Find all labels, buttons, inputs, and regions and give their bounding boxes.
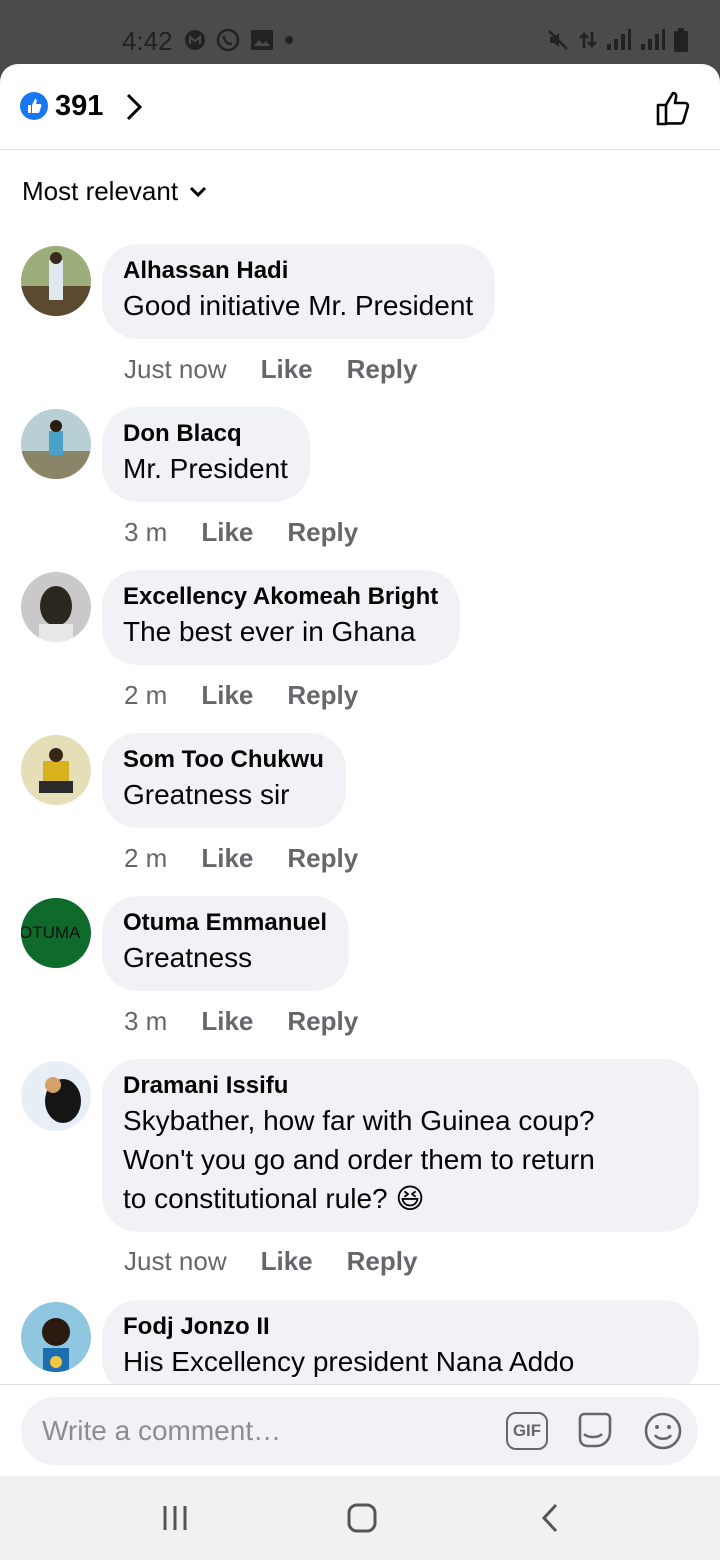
reply-link[interactable]: Reply — [287, 1006, 358, 1037]
system-navigation-bar — [0, 1476, 720, 1560]
data-transfer-icon — [579, 32, 597, 48]
chevron-down-icon — [190, 186, 207, 197]
comment-time: Just now — [124, 1246, 227, 1276]
comment-actions: 2 m Like Reply — [124, 680, 358, 711]
comment-text: Greatness sir — [123, 779, 290, 810]
comment-bubble[interactable]: Som Too Chukwu Greatness sir — [102, 733, 346, 828]
status-time: 4:42 — [122, 26, 173, 56]
comment-bubble[interactable]: Alhassan Hadi Good initiative Mr. Presid… — [102, 244, 496, 339]
avatar[interactable] — [21, 246, 91, 316]
comment-bubble[interactable]: Fodj Jonzo II His Excellency president N… — [102, 1300, 699, 1384]
avatar-text: OTUMA — [21, 923, 81, 942]
avatar[interactable] — [21, 735, 91, 805]
comment-bubble[interactable]: Excellency Akomeah Bright The best ever … — [102, 570, 461, 665]
avatar[interactable] — [21, 1302, 91, 1372]
like-link[interactable]: Like — [261, 354, 313, 385]
like-count[interactable]: 391 — [55, 90, 103, 123]
signal-icon — [607, 29, 631, 50]
chevron-right-icon[interactable] — [124, 92, 144, 122]
comment-text-line: Skybather, how far with Guinea coup? — [123, 1105, 595, 1136]
avatar[interactable] — [21, 572, 91, 642]
comment-text: Mr. President — [123, 453, 288, 484]
sticker-icon[interactable] — [574, 1410, 616, 1452]
comment-time: 2 m — [124, 843, 168, 873]
reply-link[interactable]: Reply — [287, 680, 358, 711]
gif-button[interactable]: GIF — [506, 1412, 548, 1450]
home-icon[interactable] — [346, 1500, 378, 1536]
recent-apps-icon[interactable] — [160, 1500, 190, 1536]
comment-text: The best ever in Ghana — [123, 616, 416, 647]
back-icon[interactable] — [538, 1500, 562, 1536]
comment-time: 2 m — [124, 680, 168, 710]
mute-icon — [548, 30, 568, 50]
commenter-name[interactable]: Fodj Jonzo II — [123, 1312, 677, 1342]
comment-bubble[interactable]: Don Blacq Mr. President — [102, 407, 310, 502]
signal-icon-2 — [641, 29, 665, 50]
sort-dropdown[interactable]: Most relevant — [22, 176, 208, 207]
comment-actions: 3 m Like Reply — [124, 517, 358, 548]
avatar[interactable]: OTUMA — [21, 898, 91, 968]
comment-actions: Just now Like Reply — [124, 1246, 417, 1277]
commenter-name[interactable]: Som Too Chukwu — [123, 745, 324, 775]
like-reaction-icon — [20, 92, 48, 120]
comment-time: 3 m — [124, 517, 168, 547]
emoji-icon[interactable] — [642, 1410, 684, 1452]
comment-actions: 3 m Like Reply — [124, 1006, 358, 1037]
commenter-name[interactable]: Dramani Issifu — [123, 1071, 677, 1101]
like-link[interactable]: Like — [201, 843, 253, 874]
comment-bubble[interactable]: Dramani Issifu Skybather, how far with G… — [102, 1059, 699, 1232]
whatsapp-icon — [216, 28, 240, 52]
avatar[interactable] — [21, 409, 91, 479]
sort-label: Most relevant — [22, 176, 179, 206]
screen: 4:42 391 Most relevant Alhassan Hadi Goo… — [0, 0, 720, 1560]
reply-link[interactable]: Reply — [347, 354, 418, 385]
comment-list: Alhassan Hadi Good initiative Mr. Presid… — [0, 244, 720, 1384]
gif-label: GIF — [512, 1421, 542, 1440]
status-bar: 4:42 — [0, 0, 720, 66]
gmail-icon — [185, 30, 205, 50]
comment-composer: GIF — [0, 1384, 720, 1476]
comment-text-line: to constitutional rule? 😆 — [123, 1183, 425, 1214]
comment-actions: 2 m Like Reply — [124, 843, 358, 874]
comments-sheet: 391 Most relevant Alhassan Hadi Good ini… — [0, 64, 720, 1476]
reply-link[interactable]: Reply — [347, 1246, 418, 1277]
system-icons — [546, 28, 688, 52]
commenter-name[interactable]: Alhassan Hadi — [123, 256, 473, 286]
comment-time: 3 m — [124, 1006, 168, 1036]
comment-time: Just now — [124, 354, 227, 384]
commenter-name[interactable]: Don Blacq — [123, 419, 288, 449]
comment-text-line: Won't you go and order them to return — [123, 1144, 595, 1175]
comment-text: Good initiative Mr. President — [123, 290, 474, 321]
like-link[interactable]: Like — [201, 517, 253, 548]
like-link[interactable]: Like — [201, 680, 253, 711]
commenter-name[interactable]: Otuma Emmanuel — [123, 908, 327, 938]
reply-link[interactable]: Reply — [287, 843, 358, 874]
composer-field[interactable]: GIF — [21, 1397, 698, 1465]
avatar[interactable] — [21, 1061, 91, 1131]
like-link[interactable]: Like — [261, 1246, 313, 1277]
composer-actions: GIF — [506, 1410, 684, 1452]
comment-bubble[interactable]: Otuma Emmanuel Greatness — [102, 896, 350, 991]
comment-text: Greatness — [123, 942, 253, 973]
dot-icon — [285, 36, 293, 44]
commenter-name[interactable]: Excellency Akomeah Bright — [123, 582, 438, 612]
comment-input[interactable] — [42, 1415, 482, 1447]
battery-icon — [674, 28, 688, 52]
reactions-bar[interactable]: 391 — [0, 64, 720, 150]
like-button-icon[interactable] — [654, 88, 694, 128]
notification-icons — [184, 28, 294, 52]
reply-link[interactable]: Reply — [287, 517, 358, 548]
comment-actions: Just now Like Reply — [124, 354, 417, 385]
gallery-icon — [251, 30, 273, 50]
comment-text: His Excellency president Nana Addo — [123, 1346, 575, 1377]
like-link[interactable]: Like — [201, 1006, 253, 1037]
